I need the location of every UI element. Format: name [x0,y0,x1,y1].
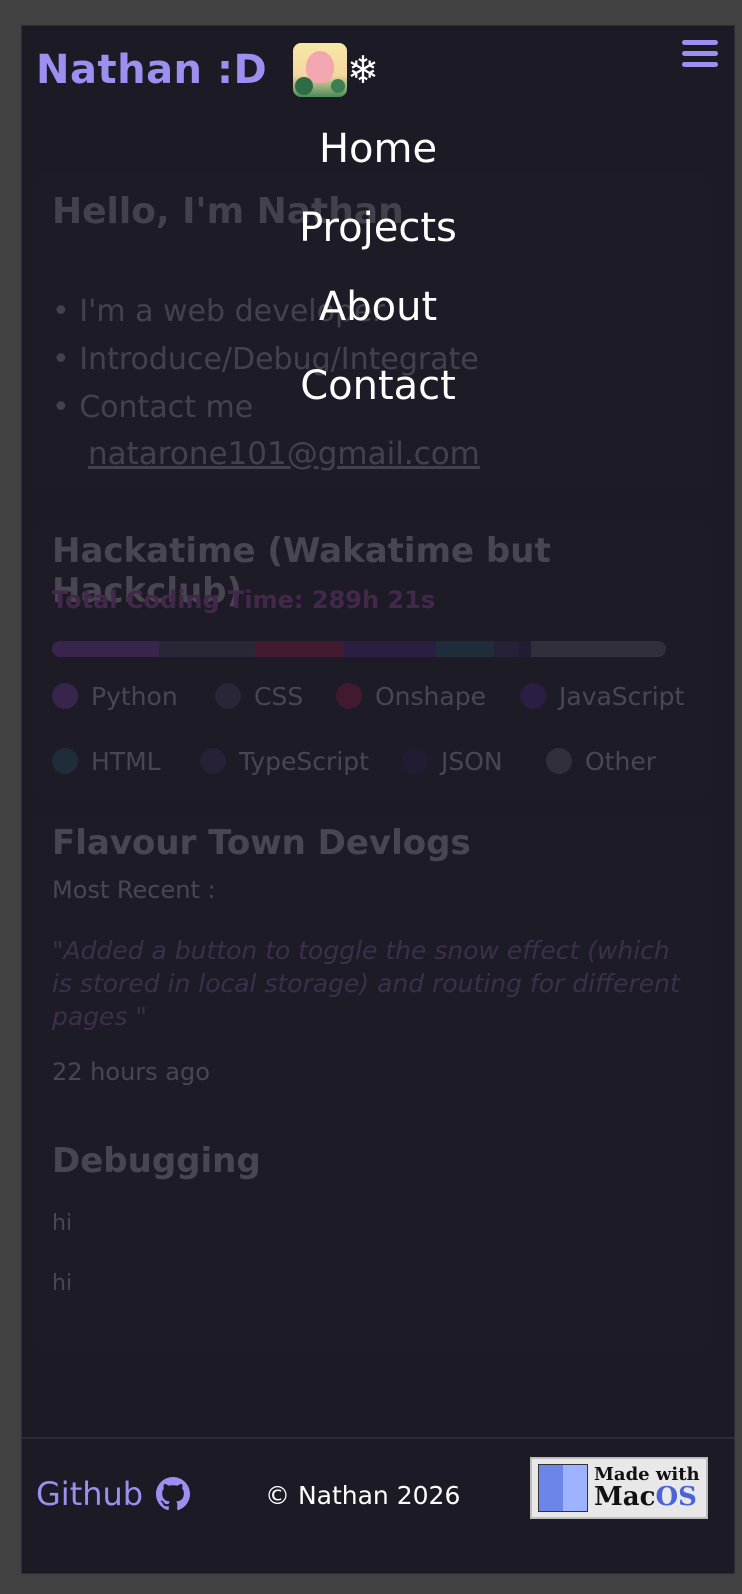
badge-line2: MacOS [594,1482,697,1512]
language-bar-segment [530,641,666,657]
language-bar-segment [494,641,519,657]
github-label: Github [36,1475,144,1513]
legend-dot [546,748,572,774]
language-bar-segment [52,641,160,657]
legend-label: CSS [254,681,304,711]
hamburger-line [682,62,718,67]
total-coding-time: Total Coding Time: 289h 21s [52,586,436,614]
nav-contact[interactable]: Contact [22,358,734,437]
github-icon [156,1477,191,1511]
legend-label: Onshape [375,681,486,711]
legend-label: Python [91,681,178,711]
finder-icon [538,1464,588,1512]
legend-dot [402,748,428,774]
copyright: © Nathan 2026 [265,1481,461,1510]
hamburger-line [682,51,718,56]
legend-dot [336,683,362,709]
hamburger-menu-icon[interactable] [682,40,718,72]
legend-dot [520,683,546,709]
pig-illustration [306,51,335,83]
legend-label: Other [585,746,656,776]
legend-dot [52,748,78,774]
nav-projects[interactable]: Projects [22,200,734,279]
legend-item: JSON [402,746,503,776]
language-bar-segment [435,641,495,657]
debug-line: hi [52,1211,73,1236]
github-link[interactable]: Github [36,1475,191,1513]
nav-about[interactable]: About [22,279,734,358]
legend-label: JavaScript [559,681,685,711]
leaf-illustration [295,77,314,95]
footer: Github © Nathan 2026 Made with MacOS [22,1437,734,1573]
devlogs-subtitle: Most Recent : [52,876,216,904]
legend-item: Python [52,681,178,711]
avatar [293,43,348,97]
legend-label: HTML [91,746,161,776]
legend-item: JavaScript [520,681,684,711]
devlogs-title: Flavour Town Devlogs [52,823,471,863]
legend-dot [52,683,78,709]
legend-item: CSS [215,681,303,711]
legend-item: Other [546,746,656,776]
page-frame: Hello, I'm Nathan • I'm a web developer … [21,25,735,1574]
language-bar [52,641,666,657]
hamburger-line [682,40,718,45]
language-bar-segment [159,641,255,657]
email-link[interactable]: natarone101@gmail.com [88,436,480,472]
brand: Nathan :D ❄ [36,40,379,100]
legend-item: Onshape [336,681,486,711]
language-bar-segment [254,641,344,657]
language-bar-segment [343,641,436,657]
legend-item: TypeScript [200,746,369,776]
debugging-title: Debugging [52,1141,261,1181]
made-with-macos-badge: Made with MacOS [530,1457,708,1519]
legend-label: TypeScript [239,746,369,776]
snowflake-toggle-icon[interactable]: ❄ [347,51,379,89]
badge-text: Made with MacOS [594,1466,700,1512]
legend-item: HTML [52,746,161,776]
debug-line: hi [52,1271,73,1296]
devlog-quote: "Added a button to toggle the snow effec… [52,936,680,1031]
legend-dot [200,748,226,774]
nav-menu: Home Projects About Contact [22,121,734,437]
language-bar-segment [518,641,531,657]
devlog-time: 22 hours ago [52,1058,210,1086]
brand-name[interactable]: Nathan :D [36,47,267,93]
leaf-illustration [331,79,346,93]
nav-home[interactable]: Home [22,121,734,200]
legend-dot [215,683,241,709]
legend-label: JSON [441,746,503,776]
